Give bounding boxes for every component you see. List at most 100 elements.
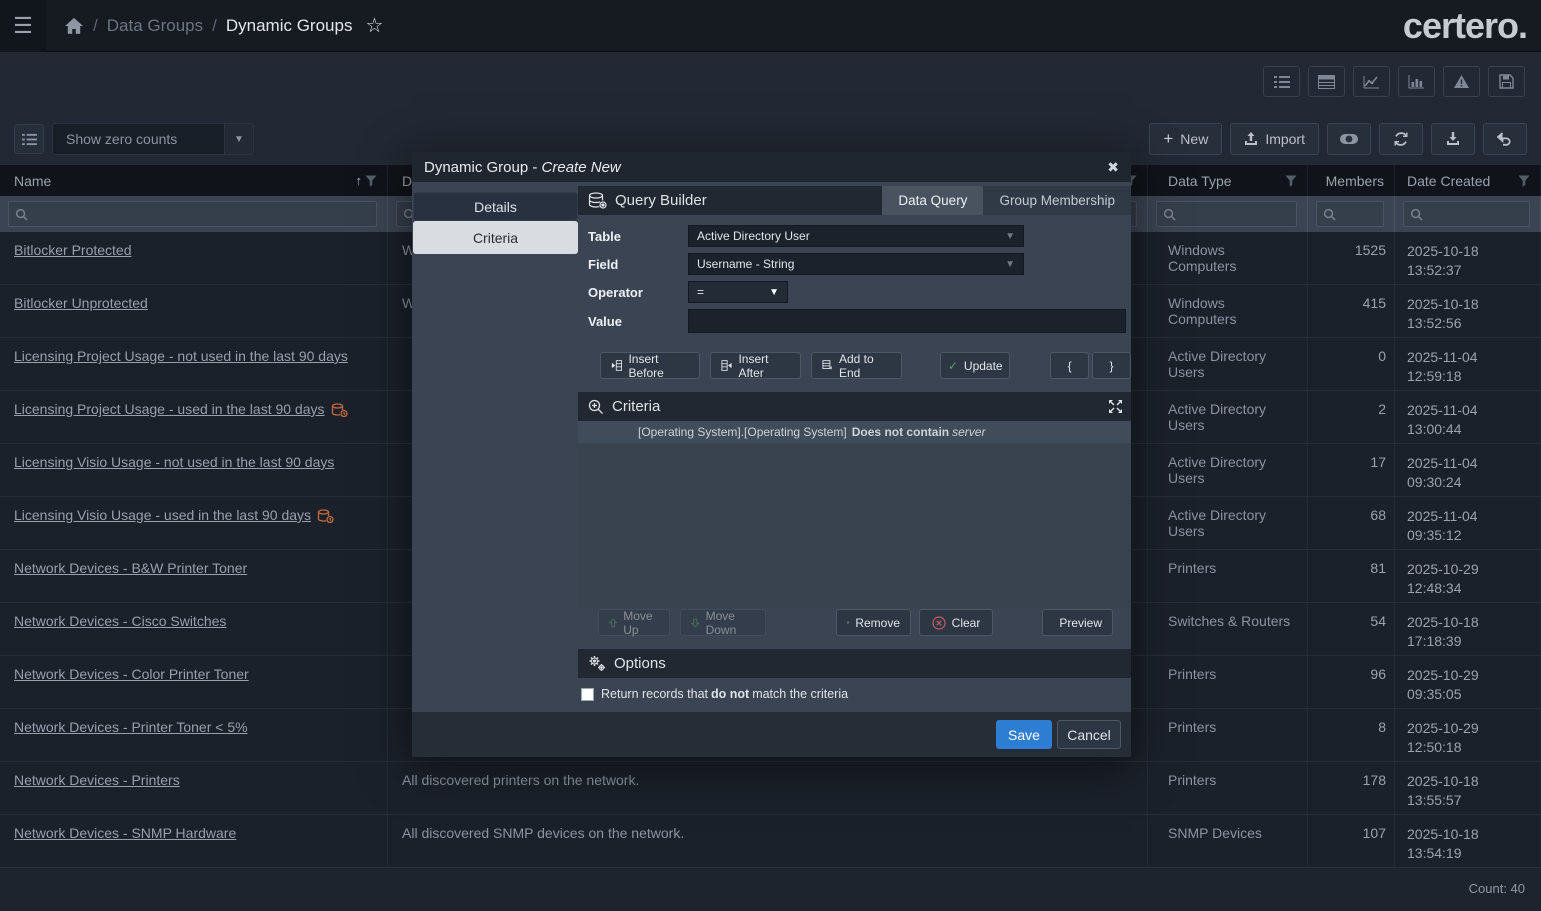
insert-before-button[interactable]: Insert Before (600, 352, 700, 379)
group-name-link[interactable]: Licensing Project Usage - used in the la… (14, 401, 325, 417)
move-down-button[interactable]: Move Down (680, 609, 766, 636)
operator-select[interactable]: = ▼ (688, 281, 788, 303)
date-created-search-input[interactable] (1427, 207, 1529, 222)
table-row[interactable]: Network Devices - Printers All discovere… (0, 762, 1541, 815)
group-name-link[interactable]: Network Devices - Printers (14, 772, 180, 788)
query-builder-header: Query Builder Data Query Group Membershi… (578, 186, 1131, 215)
filter-icon (365, 175, 377, 187)
modal-side-tabs: Details Criteria (413, 192, 578, 254)
group-name-link[interactable]: Bitlocker Unprotected (14, 295, 148, 311)
row-data-type: Printers (1148, 762, 1308, 814)
insert-after-button[interactable]: Insert After (710, 352, 801, 379)
remove-button[interactable]: Remove (836, 609, 911, 636)
tab-criteria[interactable]: Criteria (413, 221, 578, 254)
refresh-button[interactable] (1379, 123, 1423, 155)
alert-button[interactable] (1443, 66, 1480, 97)
group-name-link[interactable]: Network Devices - Cisco Switches (14, 613, 226, 629)
clear-button[interactable]: Clear (919, 609, 993, 636)
row-date-created: 2025-10-2912:48:34 (1395, 550, 1541, 602)
save-button[interactable]: Save (996, 720, 1052, 749)
modal-footer: Save Cancel (412, 712, 1131, 757)
criteria-button-row: Move Up Move Down Remove Clear Preview (598, 609, 1113, 636)
import-button[interactable]: Import (1230, 123, 1319, 155)
query-builder-tabs: Data Query Group Membership (882, 186, 1131, 215)
search-cell-name (0, 196, 388, 232)
group-name-link[interactable]: Licensing Project Usage - not used in th… (14, 348, 348, 364)
table-row[interactable]: Network Devices - SNMP Hardware All disc… (0, 815, 1541, 868)
row-data-type: Active Directory Users (1148, 497, 1308, 549)
group-name-link[interactable]: Bitlocker Protected (14, 242, 132, 258)
preview-button[interactable]: Preview (1042, 609, 1113, 636)
filter-icon (1285, 175, 1297, 187)
search-icon (1163, 208, 1176, 221)
group-name-link[interactable]: Licensing Visio Usage - not used in the … (14, 454, 334, 470)
certero-logo: certero. (1403, 5, 1527, 47)
zero-counts-dropdown-arrow[interactable]: ▼ (224, 123, 254, 155)
database-icon (588, 192, 607, 209)
field-dropdown[interactable]: Username - String ▼ (688, 253, 1024, 275)
members-search-input[interactable] (1340, 207, 1383, 222)
row-date-created: 2025-11-0409:30:24 (1395, 444, 1541, 496)
breadcrumb-current: Dynamic Groups (226, 16, 353, 36)
group-name-link[interactable]: Licensing Visio Usage - used in the last… (14, 507, 311, 523)
line-chart-button[interactable] (1353, 66, 1390, 97)
row-data-type: Active Directory Users (1148, 391, 1308, 443)
query-builder-form: Table Active Directory User ▼ Field User… (578, 215, 1131, 333)
bar-chart-button[interactable] (1398, 66, 1435, 97)
column-header-data-type[interactable]: Data Type (1148, 165, 1308, 196)
undo-button[interactable] (1483, 123, 1527, 155)
row-date-created: 2025-10-2909:35:05 (1395, 656, 1541, 708)
home-icon[interactable] (64, 17, 84, 35)
search-cell-data-type (1148, 196, 1308, 232)
list-view-button[interactable] (1263, 66, 1300, 97)
close-brace-button[interactable]: } (1092, 352, 1131, 379)
criteria-row[interactable]: [Operating System].[Operating System]Doe… (578, 421, 1131, 443)
data-type-search-input[interactable] (1180, 207, 1296, 222)
row-data-type: Printers (1148, 656, 1308, 708)
operator-label: Operator (588, 285, 688, 300)
update-button[interactable]: ✓ Update (940, 352, 1010, 379)
column-header-name[interactable]: Name ↑ (0, 165, 388, 196)
group-name-link[interactable]: Network Devices - Printer Toner < 5% (14, 719, 248, 735)
name-search-input[interactable] (32, 207, 376, 222)
move-up-button[interactable]: Move Up (598, 609, 670, 636)
group-name-link[interactable]: Network Devices - B&W Printer Toner (14, 560, 247, 576)
close-icon[interactable]: ✖ (1107, 159, 1119, 176)
value-input[interactable] (688, 309, 1126, 333)
app-root: ☰ / Data Groups / Dynamic Groups ☆ certe… (0, 0, 1541, 911)
toggle-visibility-button[interactable] (1327, 123, 1371, 155)
save-view-button[interactable] (1488, 66, 1525, 97)
row-description: All discovered printers on the network. (388, 762, 1148, 814)
row-description: All discovered SNMP devices on the netwo… (388, 815, 1148, 867)
add-to-end-button[interactable]: Add to End (811, 352, 903, 379)
value-label: Value (588, 314, 688, 329)
favorite-star-icon[interactable]: ☆ (365, 13, 383, 38)
options-section: Options Return records thatdo notmatch t… (578, 649, 1131, 706)
row-data-type: Active Directory Users (1148, 338, 1308, 390)
column-header-date-created[interactable]: Date Created (1395, 165, 1541, 196)
cancel-button[interactable]: Cancel (1057, 720, 1121, 749)
download-button[interactable] (1431, 123, 1475, 155)
row-members: 81 (1308, 550, 1395, 602)
row-members: 415 (1308, 285, 1395, 337)
tab-details[interactable]: Details (413, 192, 578, 221)
list-icon-button[interactable] (14, 124, 44, 154)
not-match-checkbox[interactable] (581, 688, 594, 701)
table-dropdown[interactable]: Active Directory User ▼ (688, 225, 1024, 247)
tab-data-query[interactable]: Data Query (882, 186, 983, 215)
table-label: Table (588, 229, 688, 244)
table-view-button[interactable] (1308, 66, 1345, 97)
zero-counts-dropdown[interactable]: Show zero counts (52, 123, 224, 155)
expand-icon[interactable] (1108, 399, 1123, 414)
group-name-link[interactable]: Network Devices - SNMP Hardware (14, 825, 236, 841)
new-button[interactable]: + New (1149, 123, 1222, 155)
open-brace-button[interactable]: { (1050, 352, 1089, 379)
tab-group-membership[interactable]: Group Membership (983, 186, 1131, 215)
column-header-members[interactable]: Members (1308, 165, 1395, 196)
criteria-section: Criteria [Operating System].[Operating S… (578, 392, 1131, 608)
breadcrumb-section[interactable]: Data Groups (107, 16, 203, 36)
group-name-link[interactable]: Network Devices - Color Printer Toner (14, 666, 249, 682)
menu-icon[interactable]: ☰ (0, 0, 46, 52)
row-data-type: Windows Computers (1148, 285, 1308, 337)
row-members: 54 (1308, 603, 1395, 655)
